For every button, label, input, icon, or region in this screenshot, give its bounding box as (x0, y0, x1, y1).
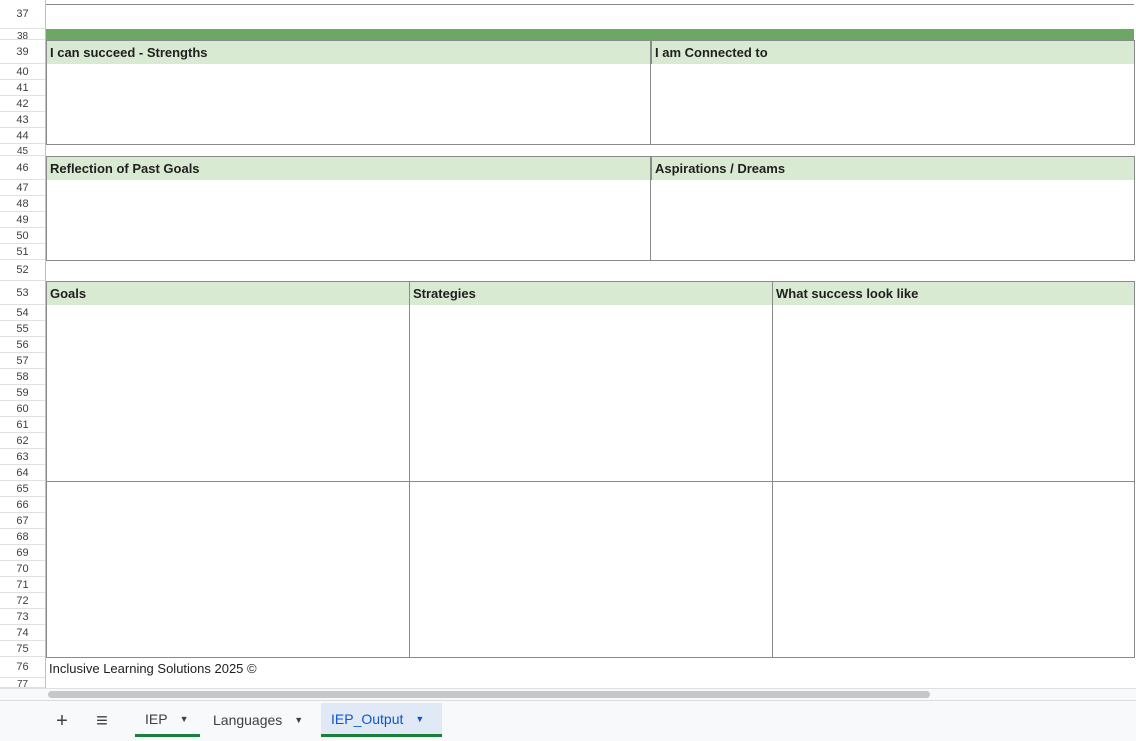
caret-down-icon[interactable]: ▼ (180, 714, 189, 724)
row-number[interactable]: 53 (0, 281, 45, 305)
row-number[interactable]: 69 (0, 545, 45, 561)
tab-label: Languages (213, 712, 283, 728)
row-number[interactable]: 38 (0, 29, 45, 42)
row-number[interactable]: 54 (0, 305, 45, 321)
row-number[interactable]: 48 (0, 196, 45, 212)
goals-input-cell[interactable] (47, 482, 409, 657)
row-number[interactable]: 40 (0, 64, 45, 80)
strategies-input-cell[interactable] (410, 305, 772, 481)
row-number[interactable]: 65 (0, 481, 45, 497)
aspirations-input-cell[interactable] (651, 180, 1135, 260)
row-number[interactable]: 72 (0, 593, 45, 609)
scroll-corner (0, 688, 47, 700)
row-number[interactable]: 74 (0, 625, 45, 641)
row-number[interactable]: 63 (0, 449, 45, 465)
goals-header[interactable]: Goals (47, 282, 409, 305)
add-sheet-button[interactable]: + (50, 707, 74, 735)
tab-iep-output[interactable]: IEP_Output ▼ (321, 703, 442, 737)
strengths-connected-table: I can succeed - Strengths I am Connected… (46, 40, 1135, 145)
goals-strategies-table: Goals Strategies What success look like (46, 281, 1135, 658)
tab-languages[interactable]: Languages ▼ (203, 703, 318, 737)
reflection-input-cell[interactable] (47, 180, 650, 260)
row-number[interactable]: 68 (0, 529, 45, 545)
success-input-cell[interactable] (773, 482, 1134, 657)
row-number[interactable]: 77 (0, 678, 45, 688)
success-input-cell[interactable] (773, 305, 1134, 481)
connected-input-cell[interactable] (651, 64, 1135, 144)
row-number[interactable]: 60 (0, 401, 45, 417)
row-number[interactable]: 58 (0, 369, 45, 385)
row-number[interactable]: 44 (0, 128, 45, 144)
row-number[interactable]: 71 (0, 577, 45, 593)
strengths-header[interactable]: I can succeed - Strengths (47, 41, 650, 64)
reflection-aspirations-table: Reflection of Past Goals Aspirations / D… (46, 156, 1135, 261)
tab-label: IEP (145, 710, 168, 727)
aspirations-header[interactable]: Aspirations / Dreams (651, 157, 1134, 180)
row-number[interactable]: 49 (0, 212, 45, 228)
row-number[interactable]: 50 (0, 228, 45, 244)
section-divider-bar (46, 29, 1134, 40)
footer-copyright[interactable]: Inclusive Learning Solutions 2025 © (49, 661, 257, 676)
row-number[interactable]: 46 (0, 156, 45, 180)
row-number[interactable]: 56 (0, 337, 45, 353)
row-number[interactable]: 39 (0, 40, 45, 64)
row-number[interactable]: 70 (0, 561, 45, 577)
row-number[interactable]: 57 (0, 353, 45, 369)
row-number[interactable]: 76 (0, 657, 45, 678)
row-number[interactable]: 61 (0, 417, 45, 433)
row-number[interactable]: 41 (0, 80, 45, 96)
row-number[interactable]: 45 (0, 144, 45, 157)
row-number[interactable]: 66 (0, 497, 45, 513)
reflection-header[interactable]: Reflection of Past Goals (47, 157, 650, 180)
row-number[interactable]: 52 (0, 260, 45, 281)
tab-label: IEP_Output (331, 710, 404, 727)
row-number[interactable]: 55 (0, 321, 45, 337)
caret-down-icon[interactable]: ▼ (294, 715, 303, 725)
strategies-input-cell[interactable] (410, 482, 772, 657)
strategies-header[interactable]: Strategies (410, 282, 772, 305)
row-number[interactable]: 59 (0, 385, 45, 401)
menu-icon: ≡ (96, 709, 108, 732)
row-number[interactable]: 37 (0, 0, 45, 29)
sheet-grid[interactable]: I can succeed - Strengths I am Connected… (46, 0, 1136, 688)
row-number[interactable]: 64 (0, 465, 45, 481)
connected-header[interactable]: I am Connected to (651, 41, 1134, 64)
row-number[interactable]: 67 (0, 513, 45, 529)
strengths-input-cell[interactable] (47, 64, 650, 144)
row-number[interactable]: 42 (0, 96, 45, 112)
row-number[interactable]: 51 (0, 244, 45, 260)
horizontal-scrollbar[interactable] (46, 688, 1136, 700)
row-number[interactable]: 62 (0, 433, 45, 449)
row-number[interactable]: 75 (0, 641, 45, 657)
row-number[interactable]: 47 (0, 180, 45, 196)
plus-icon: + (56, 709, 68, 732)
cell-border-line (46, 4, 1134, 5)
sheet-tab-bar: + ≡ IEP ▼ Languages ▼ IEP_Output ▼ (0, 700, 1136, 741)
tab-iep[interactable]: IEP ▼ (135, 703, 200, 737)
goals-input-cell[interactable] (47, 305, 409, 481)
row-number[interactable]: 43 (0, 112, 45, 128)
row-header-column: 37 38 39 40 41 42 43 44 45 46 47 48 49 5… (0, 0, 46, 688)
row-number[interactable]: 73 (0, 609, 45, 625)
caret-down-icon[interactable]: ▼ (415, 714, 424, 724)
scrollbar-thumb[interactable] (48, 691, 930, 698)
all-sheets-button[interactable]: ≡ (88, 707, 116, 735)
success-header[interactable]: What success look like (773, 282, 1134, 305)
